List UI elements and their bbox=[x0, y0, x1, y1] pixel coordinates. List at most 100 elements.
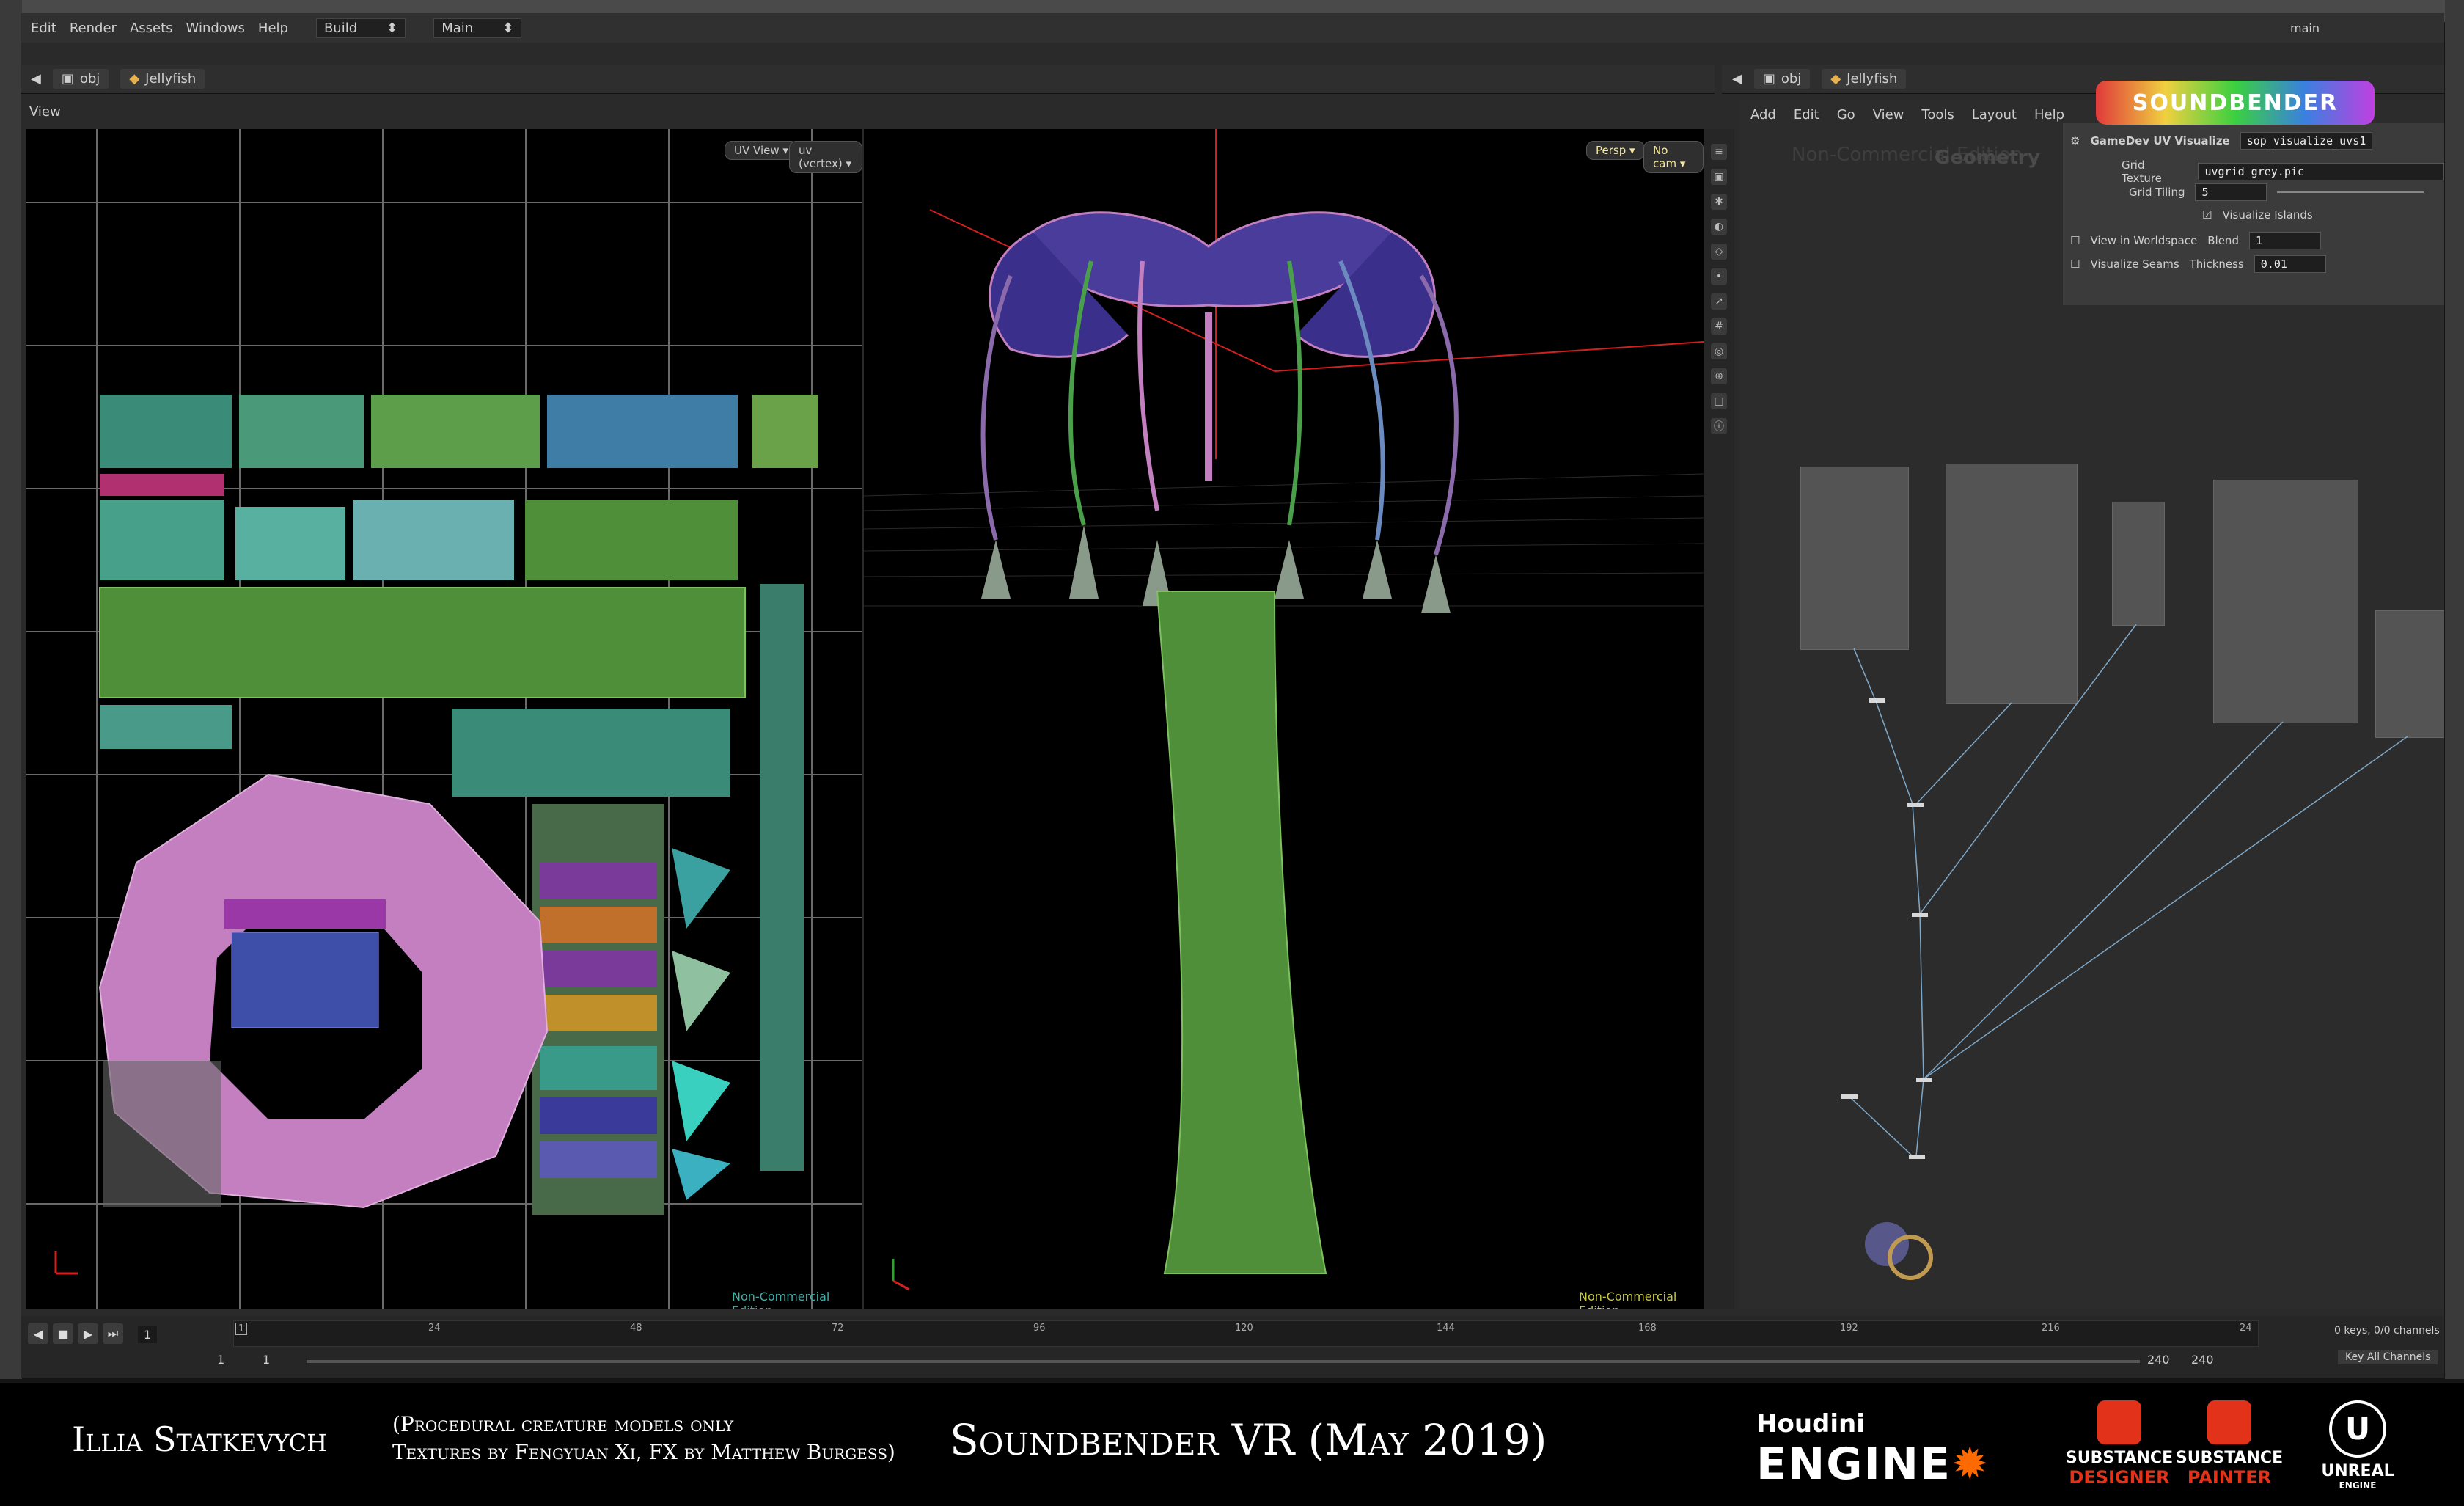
keys-info: 0 keys, 0/0 channels bbox=[2334, 1325, 2440, 1337]
worldspace-checkbox[interactable]: ☐ bbox=[2070, 234, 2080, 247]
substance-designer-icon bbox=[2097, 1400, 2141, 1444]
ue-line-1: UNREAL bbox=[2321, 1462, 2394, 1480]
cam-dropdown[interactable]: No cam ▾ bbox=[1643, 141, 1704, 173]
ruler-tick: 216 bbox=[2042, 1323, 2060, 1334]
viewport-tool-strip: ≡ ▣ ✱ ◐ ◇ • ↗ # ◎ ⊕ □ ⓘ bbox=[1704, 129, 1734, 1309]
uv-blue-island bbox=[231, 932, 379, 1028]
camera-dropdown[interactable]: Persp ▾ bbox=[1586, 141, 1645, 160]
menu-edit[interactable]: Edit bbox=[31, 21, 56, 36]
uv-viewport[interactable]: UV View ▾ uv (vertex) ▾ Non-Commercial E… bbox=[26, 129, 862, 1309]
key-all-channels-button[interactable]: Key All Channels bbox=[2338, 1350, 2438, 1364]
menu-assets[interactable]: Assets bbox=[130, 21, 173, 36]
houdini-window: Edit Render Assets Windows Help Build ⬍ … bbox=[21, 13, 2444, 1378]
uv-view-dropdown[interactable]: UV View ▾ bbox=[725, 141, 798, 160]
blend-label: Blend bbox=[2207, 234, 2239, 247]
houdini-logo-top: Houdini bbox=[1756, 1409, 1865, 1439]
uv-purple-island bbox=[224, 899, 386, 929]
persp-watermark: Non-Commercial Edition bbox=[1579, 1290, 1677, 1309]
network-nodes bbox=[1841, 698, 1932, 1159]
camera-icon[interactable]: ◎ bbox=[1711, 343, 1727, 359]
perspective-viewport[interactable]: Persp ▾ No cam ▾ Non-Commercial Edition bbox=[864, 129, 1704, 1309]
thickness-field[interactable]: 0.01 bbox=[2254, 255, 2326, 273]
range-slider[interactable] bbox=[307, 1360, 2140, 1363]
background-icon[interactable]: □ bbox=[1711, 393, 1727, 409]
substance-painter-logo: SUBSTANCE PAINTER bbox=[2163, 1400, 2295, 1488]
tab-view[interactable]: View bbox=[29, 104, 61, 120]
uv-watermark: Non-Commercial Edition bbox=[732, 1290, 830, 1309]
network-context-selector[interactable]: Main ⬍ bbox=[433, 18, 522, 38]
right-context-label[interactable]: main bbox=[2290, 21, 2320, 35]
houdini-logo-bottom: ENGINE bbox=[1756, 1439, 1951, 1490]
thickness-label: Thickness bbox=[2189, 257, 2244, 271]
houdini-gear-icon: ✹ bbox=[1951, 1439, 1990, 1490]
menu-windows[interactable]: Windows bbox=[186, 21, 245, 36]
range-start-field[interactable]: 1 bbox=[217, 1353, 224, 1367]
visualize-islands-checkbox[interactable]: ☑ bbox=[2202, 208, 2212, 222]
lock-icon[interactable]: ▣ bbox=[1711, 169, 1727, 185]
display-options-icon[interactable]: ≡ bbox=[1711, 144, 1727, 160]
parameter-panel: ⚙ GameDev UV Visualize sop_visualize_uvs… bbox=[2063, 123, 2444, 305]
soundbender-logo: SOUNDBENDER bbox=[2096, 81, 2375, 125]
uv-layout-canvas bbox=[26, 129, 862, 1309]
substance-painter-icon bbox=[2207, 1400, 2251, 1444]
sp-line-1: SUBSTANCE bbox=[2175, 1449, 2284, 1467]
path-crumb-node[interactable]: ◆ Jellyfish bbox=[120, 69, 205, 89]
visualize-islands-row: ☑ Visualize Islands bbox=[2202, 208, 2313, 222]
blend-field[interactable]: 1 bbox=[2248, 232, 2321, 249]
play-button[interactable]: ▶ bbox=[78, 1323, 98, 1344]
frame-range-bar: 1 1 240 240 bbox=[21, 1348, 2444, 1375]
persp-axis-gizmo bbox=[892, 1259, 910, 1291]
grid-icon[interactable]: # bbox=[1711, 318, 1727, 335]
uv-attr-label: uv (vertex) bbox=[799, 144, 843, 170]
step-back-button[interactable]: ◀ bbox=[28, 1323, 48, 1344]
timeline-ruler[interactable]: 1 24 48 72 96 120 144 168 192 216 24 bbox=[233, 1320, 2259, 1347]
normals-icon[interactable]: ↗ bbox=[1711, 293, 1727, 310]
gear-icon[interactable]: ⚙ bbox=[2070, 134, 2080, 147]
menu-render[interactable]: Render bbox=[70, 21, 117, 36]
current-frame-field[interactable]: 1 bbox=[138, 1326, 158, 1343]
path-root-label: obj bbox=[79, 71, 100, 87]
range-end-field[interactable]: 240 bbox=[2147, 1353, 2170, 1367]
back-arrow-icon[interactable]: ◀ bbox=[31, 71, 41, 87]
stop-button[interactable]: ■ bbox=[53, 1323, 73, 1344]
grid-tiling-field[interactable]: 5 bbox=[2195, 183, 2267, 201]
jellyfish-scene bbox=[864, 129, 1704, 1291]
ruler-tick: 24 bbox=[428, 1323, 441, 1334]
path-crumb-node[interactable]: ◆ Jellyfish bbox=[1822, 69, 1907, 89]
uv-axis-gizmo bbox=[54, 1251, 78, 1275]
ruler-tick: 120 bbox=[1235, 1323, 1253, 1334]
node-name-field[interactable]: sop_visualize_uvs1 bbox=[2240, 132, 2373, 150]
ruler-tick: 168 bbox=[1638, 1323, 1657, 1334]
lightbulb-icon[interactable]: ✱ bbox=[1711, 194, 1727, 210]
back-arrow-icon[interactable]: ◀ bbox=[1732, 71, 1742, 87]
frame-left-edge bbox=[0, 0, 22, 1379]
geo-node-icon: ◆ bbox=[1830, 71, 1841, 87]
grid-texture-field[interactable]: uvgrid_grey.pic bbox=[2198, 163, 2444, 180]
range-end2-field[interactable]: 240 bbox=[2191, 1353, 2214, 1367]
ruler-tick: 48 bbox=[630, 1323, 642, 1334]
desktop-selector[interactable]: Build ⬍ bbox=[315, 18, 406, 38]
info-icon[interactable]: ⓘ bbox=[1711, 418, 1727, 434]
camera-label: Persp bbox=[1596, 144, 1627, 157]
chevron-down-icon: ⬍ bbox=[386, 20, 398, 36]
menu-help[interactable]: Help bbox=[258, 21, 288, 36]
grid-tiling-slider[interactable] bbox=[2277, 191, 2424, 193]
uv-view-label: UV View bbox=[734, 144, 780, 157]
unreal-engine-logo: U UNREAL ENGINE bbox=[2303, 1400, 2413, 1491]
ruler-tick: 24 bbox=[2240, 1323, 2252, 1334]
project-title: Soundbender VR (May 2019) bbox=[950, 1415, 1547, 1465]
jump-end-button[interactable]: ⏭ bbox=[103, 1323, 123, 1344]
geo-node-icon: ◆ bbox=[129, 71, 140, 87]
timeline-bar: ◀ ■ ▶ ⏭ 1 1 24 48 72 96 120 144 168 192 … bbox=[21, 1316, 2444, 1378]
credits-footer: Illia Statkevych (Procedural creature mo… bbox=[0, 1383, 2464, 1506]
points-icon[interactable]: • bbox=[1711, 268, 1727, 285]
uv-attribute-dropdown[interactable]: uv (vertex) ▾ bbox=[789, 141, 862, 173]
shading-icon[interactable]: ◐ bbox=[1711, 219, 1727, 235]
houdini-engine-logo: Houdini ENGINE✹ bbox=[1756, 1409, 1990, 1490]
range-start2-field[interactable]: 1 bbox=[263, 1353, 270, 1367]
snap-icon[interactable]: ⊕ bbox=[1711, 368, 1727, 384]
path-crumb-obj[interactable]: ▣ obj bbox=[1753, 69, 1811, 89]
wireframe-icon[interactable]: ◇ bbox=[1711, 244, 1727, 260]
seams-checkbox[interactable]: ☐ bbox=[2070, 257, 2080, 271]
path-crumb-obj[interactable]: ▣ obj bbox=[52, 69, 109, 89]
